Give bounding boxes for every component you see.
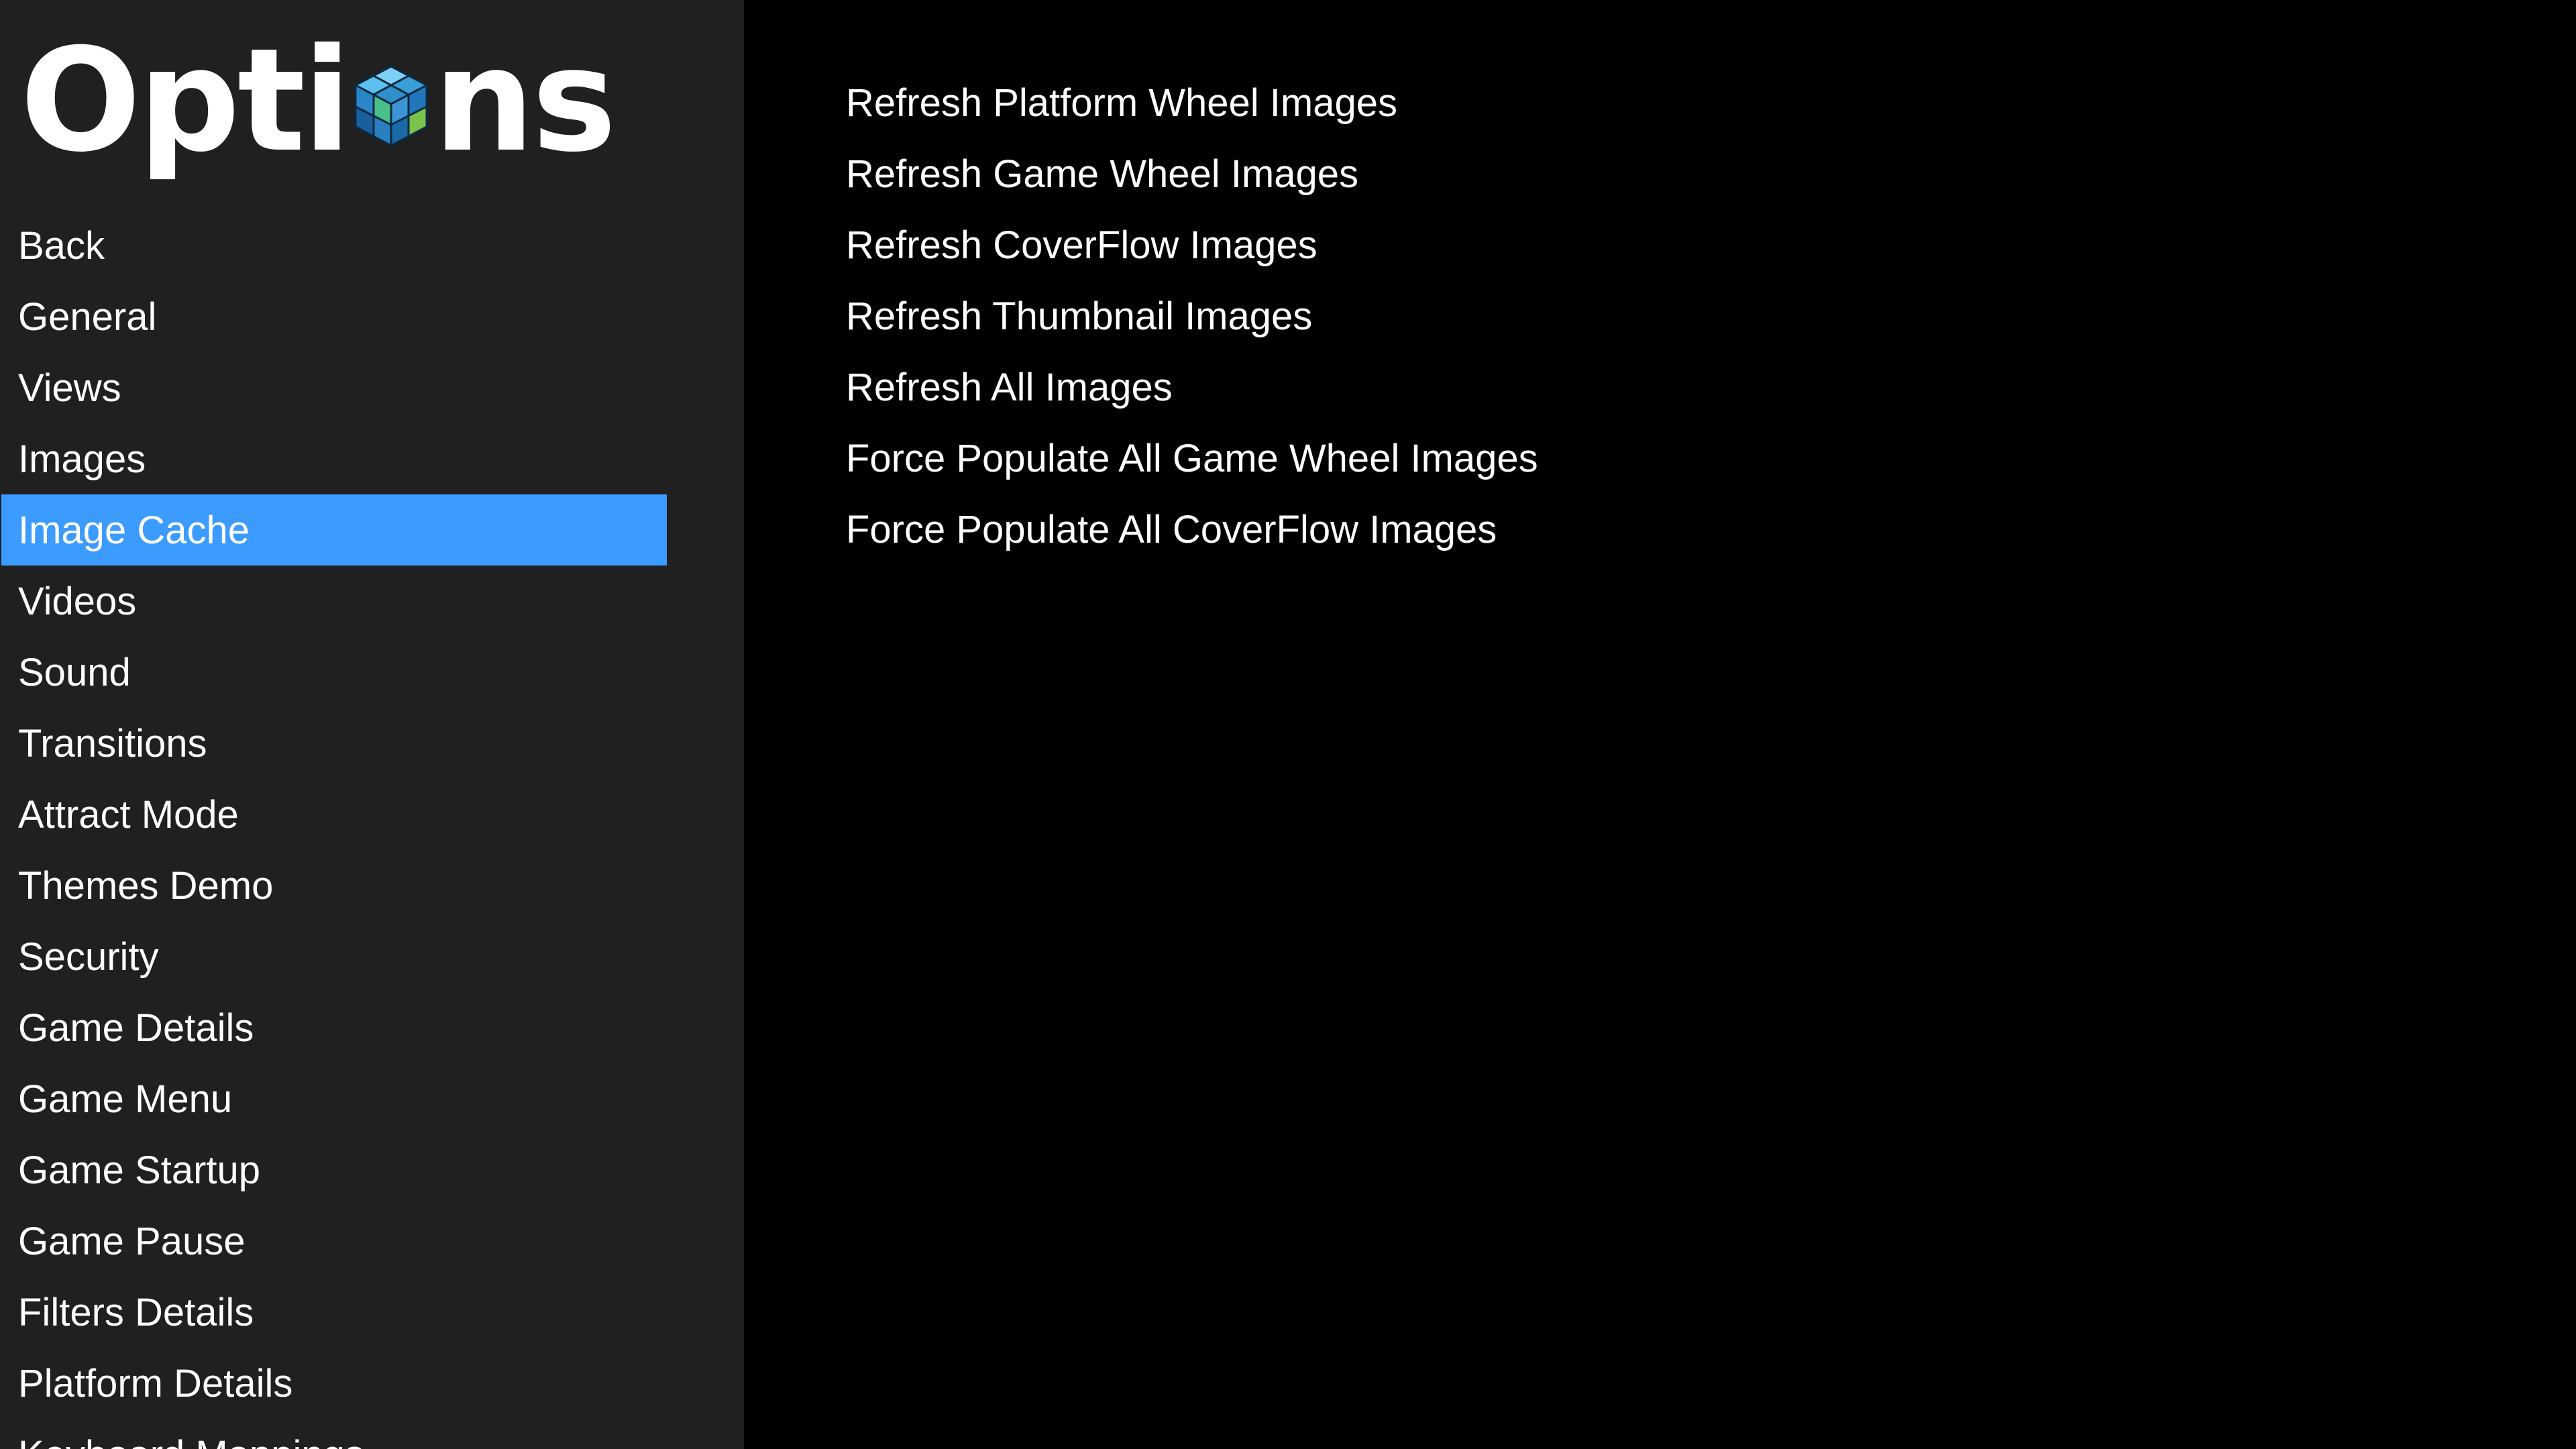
sidebar-item-label: Sound	[18, 650, 131, 694]
sidebar-item-security[interactable]: Security	[1, 921, 667, 992]
sidebar-item-themes-demo[interactable]: Themes Demo	[1, 850, 667, 921]
sidebar-item-general[interactable]: General	[1, 281, 667, 352]
sidebar-item-label: Platform Details	[18, 1361, 293, 1405]
title-text-start: Opti	[20, 17, 352, 183]
action-refresh-platform-wheel-images[interactable]: Refresh Platform Wheel Images	[846, 67, 1538, 138]
sidebar-item-filters-details[interactable]: Filters Details	[1, 1277, 667, 1348]
sidebar-item-back[interactable]: Back	[1, 210, 667, 281]
title-text: Opti ns	[20, 17, 616, 183]
sidebar: Opti ns Back General Views Images Image …	[0, 0, 744, 1449]
sidebar-item-label: Images	[18, 437, 146, 481]
sidebar-item-label: Filters Details	[18, 1290, 254, 1334]
sidebar-item-game-pause[interactable]: Game Pause	[1, 1205, 667, 1277]
sidebar-menu: Back General Views Images Image Cache Videos S…	[0, 210, 744, 1449]
action-refresh-coverflow-images[interactable]: Refresh CoverFlow Images	[846, 209, 1538, 280]
sidebar-item-label: Views	[18, 366, 121, 410]
cube-logo-icon	[354, 65, 428, 147]
sidebar-item-views[interactable]: Views	[1, 352, 667, 423]
sidebar-item-sound[interactable]: Sound	[1, 637, 667, 708]
sidebar-item-attract-mode[interactable]: Attract Mode	[1, 779, 667, 850]
sidebar-item-game-menu[interactable]: Game Menu	[1, 1063, 667, 1134]
sidebar-item-label: Videos	[18, 579, 137, 623]
sidebar-item-label: Transitions	[18, 721, 207, 765]
sidebar-item-label: Game Pause	[18, 1219, 246, 1263]
action-force-populate-all-coverflow-images[interactable]: Force Populate All CoverFlow Images	[846, 494, 1538, 565]
sidebar-item-label: Game Details	[18, 1006, 254, 1050]
sidebar-item-label: Attract Mode	[18, 792, 239, 837]
sidebar-item-label: Themes Demo	[18, 863, 274, 908]
page-title: Opti ns	[20, 13, 616, 188]
sidebar-item-keyboard-mappings[interactable]: Keyboard Mappings	[1, 1419, 667, 1449]
sidebar-item-label: Game Startup	[18, 1148, 261, 1192]
sidebar-item-game-details[interactable]: Game Details	[1, 992, 667, 1063]
sidebar-item-label: General	[18, 294, 157, 339]
action-refresh-all-images[interactable]: Refresh All Images	[846, 352, 1538, 423]
sidebar-item-label: Keyboard Mappings	[1, 1432, 364, 1449]
action-refresh-game-wheel-images[interactable]: Refresh Game Wheel Images	[846, 138, 1538, 209]
action-refresh-thumbnail-images[interactable]: Refresh Thumbnail Images	[846, 280, 1538, 352]
sidebar-item-platform-details[interactable]: Platform Details	[1, 1348, 667, 1419]
sidebar-item-label: Image Cache	[18, 508, 250, 552]
main-panel: Refresh Platform Wheel Images Refresh Gam…	[744, 0, 2576, 1449]
sidebar-item-images[interactable]: Images	[1, 423, 667, 494]
sidebar-item-videos[interactable]: Videos	[1, 566, 667, 637]
sidebar-item-game-startup[interactable]: Game Startup	[1, 1134, 667, 1205]
title-text-end: ns	[433, 17, 616, 183]
options-screen: Opti ns Back General Views Images Image …	[0, 0, 2576, 1449]
sidebar-item-label: Back	[18, 223, 105, 268]
sidebar-item-label: Game Menu	[18, 1077, 233, 1121]
sidebar-item-label: Security	[18, 934, 159, 979]
action-list: Refresh Platform Wheel Images Refresh Gam…	[846, 67, 1538, 565]
action-force-populate-all-game-wheel-images[interactable]: Force Populate All Game Wheel Images	[846, 423, 1538, 494]
sidebar-item-image-cache[interactable]: Image Cache	[1, 494, 667, 566]
sidebar-item-transitions[interactable]: Transitions	[1, 708, 667, 779]
